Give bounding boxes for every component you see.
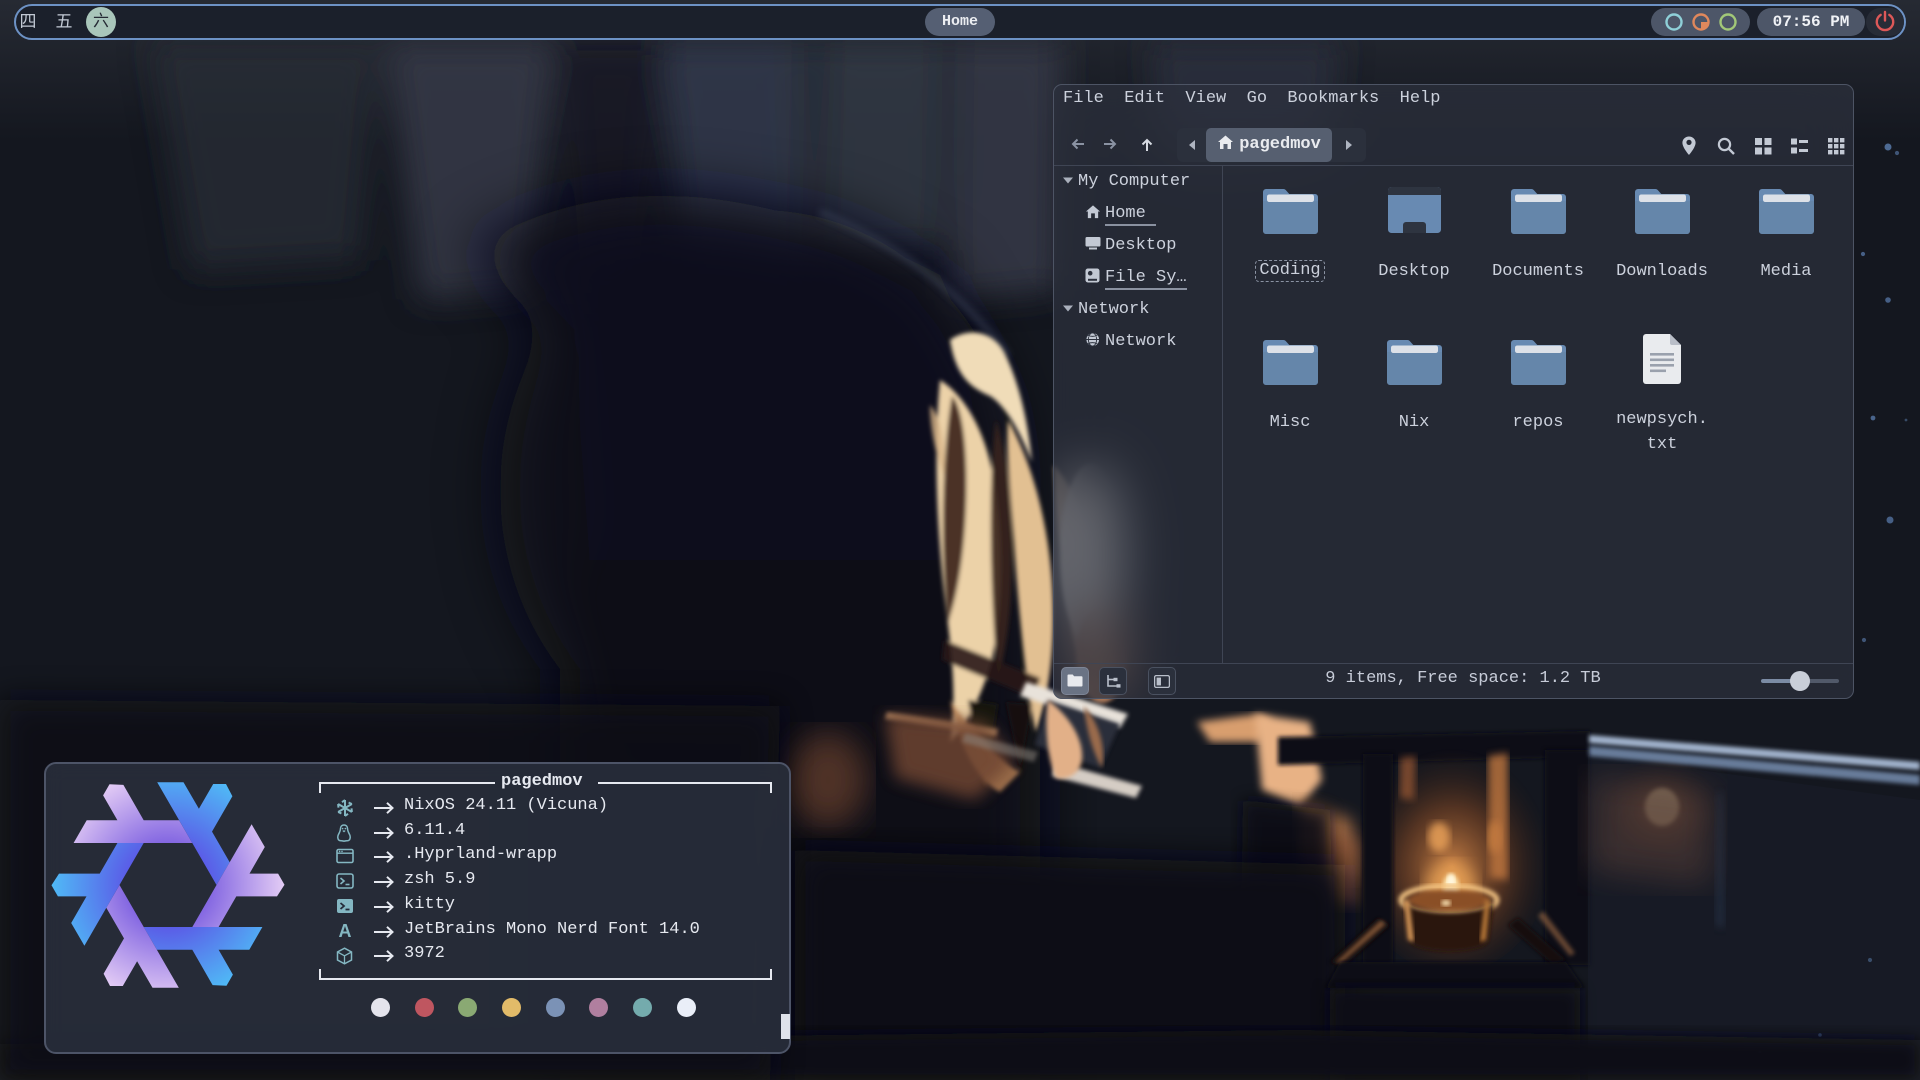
svg-text:A: A (339, 922, 352, 940)
